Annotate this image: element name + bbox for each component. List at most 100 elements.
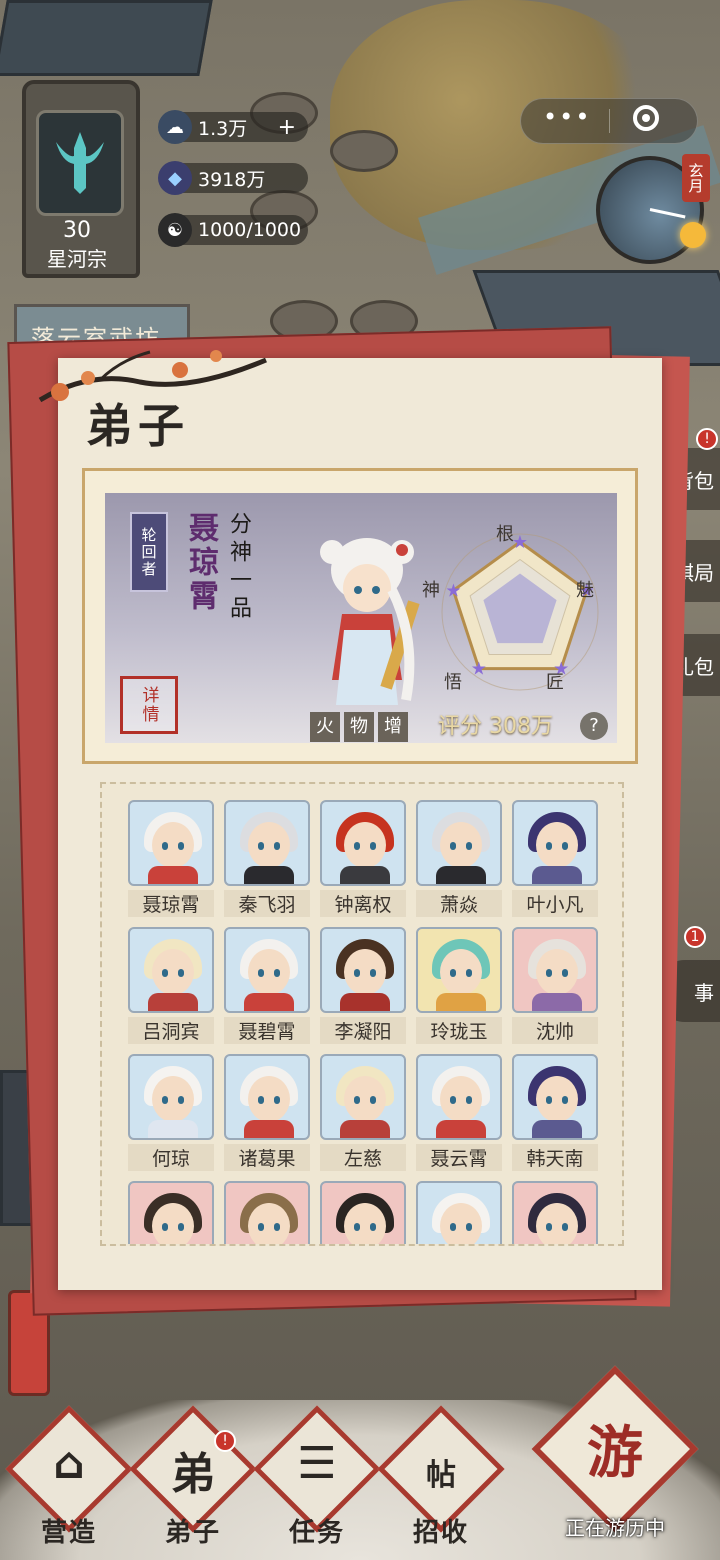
sun-icon (680, 222, 706, 248)
avatar-eye (354, 1223, 360, 1231)
yin-yang-icon: ☯ (158, 213, 192, 247)
tree-stump (330, 130, 398, 172)
month-label: 玄月 (682, 154, 710, 202)
disciple-card[interactable]: 聂云霄 (416, 1054, 502, 1171)
radar-star-icon: ★ (445, 580, 461, 601)
avatar-eye (178, 842, 184, 850)
avatar-eye (274, 842, 280, 850)
close-miniprogram-icon[interactable] (633, 105, 659, 131)
disciple-card-name: 萧焱 (416, 890, 502, 917)
disciple-card[interactable] (224, 1181, 310, 1244)
disciple-card[interactable]: 沈帅 (512, 927, 598, 1044)
avatar-eye (466, 1096, 472, 1104)
disciple-card[interactable]: 吕洞宾 (128, 927, 214, 1044)
avatar-eye (450, 1223, 456, 1231)
disciple-card-name: 沈帅 (512, 1017, 598, 1044)
avatar-eye (162, 842, 168, 850)
cultivation-realm: 分神一品 (226, 512, 251, 624)
crystal-icon: ◆ (158, 161, 192, 195)
event-label: 事 (694, 980, 714, 1005)
disciple-portrait[interactable] (302, 530, 432, 720)
avatar-eye (162, 1096, 168, 1104)
nav-build[interactable]: ⌂ 营造 (5, 1405, 133, 1554)
disciple-card[interactable] (416, 1181, 502, 1244)
event-count-badge: 1 (684, 926, 706, 948)
radar-label-root: 根 (496, 524, 514, 545)
disciple-card[interactable]: 诸葛果 (224, 1054, 310, 1171)
disciple-card-name: 吕洞宾 (128, 1017, 214, 1044)
disciple-card[interactable]: 玲珑玉 (416, 927, 502, 1044)
avatar-eye (450, 969, 456, 977)
trait-tag: 火 (310, 712, 340, 742)
disciple-card[interactable]: 何琼 (128, 1054, 214, 1171)
add-resource-icon[interactable]: + (278, 115, 296, 140)
disciple-card[interactable]: 聂琼霄 (128, 800, 214, 917)
avatar-face (536, 822, 578, 868)
help-icon[interactable]: ? (580, 712, 608, 740)
resource-spirit-stone[interactable]: ☁ 1.3万 + (158, 110, 308, 144)
disciple-card[interactable] (320, 1181, 406, 1244)
resource-crystal[interactable]: ◆ 3918万 (158, 161, 308, 195)
avatar-eye (178, 1223, 184, 1231)
avatar-eye (546, 1096, 552, 1104)
avatar-eye (546, 1223, 552, 1231)
building-roof (0, 0, 213, 76)
disciple-card[interactable]: 钟离权 (320, 800, 406, 917)
avatar-eye (370, 1223, 376, 1231)
avatar-eye (450, 842, 456, 850)
disciple-avatar (320, 1181, 406, 1244)
disciple-score: 评分 308万 (438, 708, 553, 740)
avatar-eye (466, 1223, 472, 1231)
avatar-eye (546, 842, 552, 850)
rank-tag: 轮回者 (130, 512, 168, 592)
resource-value: 3918万 (198, 168, 266, 191)
disciple-avatar (320, 927, 406, 1013)
resource-value: 1000/1000 (198, 219, 302, 241)
radar-label-craft: 匠 (546, 672, 564, 693)
disciple-roster-grid[interactable]: 聂琼霄 秦飞羽 钟离权 萧焱 叶小凡吕洞宾 聂碧霄 李凝阳 玲珑玉 沈帅何琼 诸葛果 左慈 聂云霄 韩天… (100, 782, 624, 1246)
avatar-face (440, 949, 482, 995)
clock-hand (649, 208, 686, 219)
resource-yin-yang[interactable]: ☯ 1000/1000 (158, 213, 308, 247)
sect-badge[interactable]: 30 星河宗 (22, 80, 140, 278)
details-button[interactable]: 详情 (120, 676, 178, 734)
score-label: 评分 (438, 714, 483, 739)
disciple-card-name: 聂琼霄 (128, 890, 214, 917)
spirit-stone-bag-icon: ☁ (158, 110, 192, 144)
disciple-card[interactable]: 韩天南 (512, 1054, 598, 1171)
disciple-card[interactable]: 左慈 (320, 1054, 406, 1171)
sect-level: 30 (63, 218, 91, 243)
day-cycle-clock[interactable]: 玄月 (596, 154, 710, 264)
avatar-face (536, 949, 578, 995)
disciple-avatar (224, 800, 310, 886)
sword-emblem-icon (36, 110, 124, 216)
radar-label-insight: 悟 (444, 672, 462, 693)
score-value: 308万 (489, 714, 554, 739)
radar-star-icon: ★ (471, 659, 487, 680)
disciple-card[interactable]: 秦飞羽 (224, 800, 310, 917)
avatar-face (152, 1076, 194, 1122)
disciple-card[interactable]: 萧焱 (416, 800, 502, 917)
disciple-avatar (416, 800, 502, 886)
avatar-body (340, 866, 390, 884)
nav-tasks[interactable]: ☰ 任务 (253, 1405, 381, 1554)
radar-star-icon: ★ (512, 532, 528, 553)
avatar-face (152, 1203, 194, 1244)
disciple-card[interactable]: 叶小凡 (512, 800, 598, 917)
disciple-avatar (512, 927, 598, 1013)
nav-recruit[interactable]: 帖 招收 (377, 1405, 505, 1554)
nav-label: 弟子 (164, 1518, 221, 1548)
disciple-card[interactable] (128, 1181, 214, 1244)
travel-button[interactable]: 游 正在游历中 (531, 1365, 699, 1560)
more-options-icon[interactable]: ••• (543, 103, 591, 131)
disciple-card[interactable]: 聂碧霄 (224, 927, 310, 1044)
disciple-card[interactable]: 李凝阳 (320, 927, 406, 1044)
avatar-eye (274, 969, 280, 977)
avatar-body (532, 993, 582, 1011)
avatar-eye (354, 969, 360, 977)
disciple-avatar (512, 1054, 598, 1140)
avatar-face (344, 1076, 386, 1122)
disciple-avatar (128, 1054, 214, 1140)
radar-label-charm: 魅 (576, 580, 594, 601)
disciple-card[interactable] (512, 1181, 598, 1244)
